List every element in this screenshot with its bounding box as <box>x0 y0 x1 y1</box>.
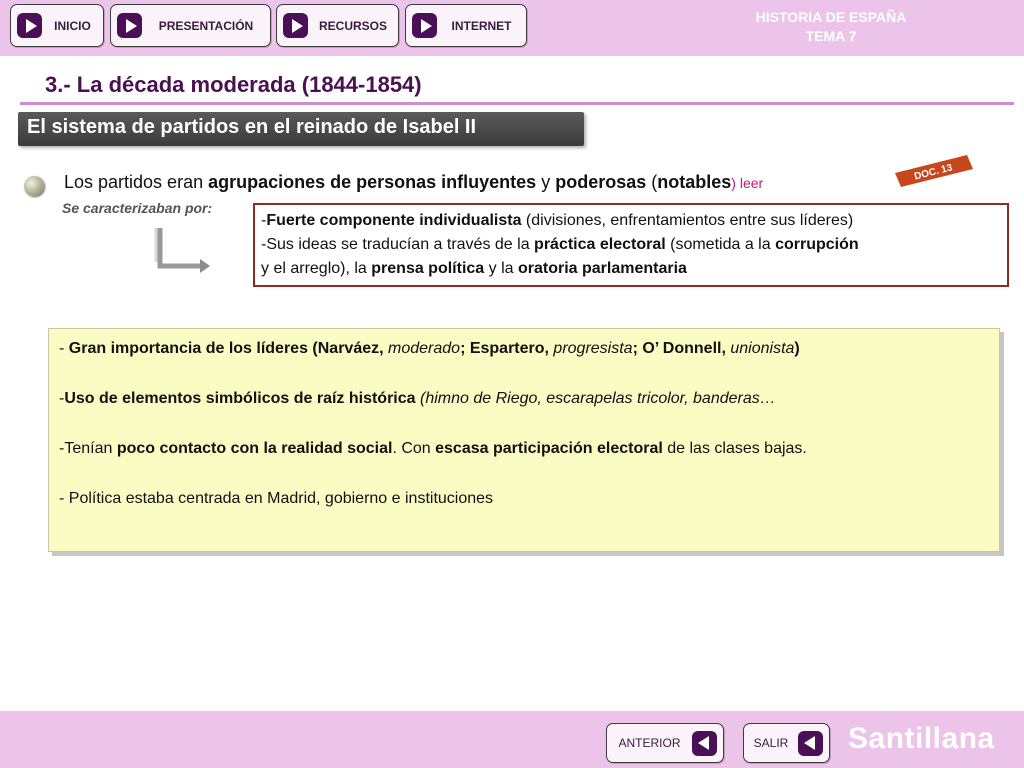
feature-bold: prensa política <box>371 260 485 277</box>
intro-bold-part: agrupaciones de personas influyentes <box>208 172 537 192</box>
feature-line: -Fuerte componente individualista (divis… <box>261 209 1001 233</box>
panel-bold: ) <box>794 340 800 357</box>
section-subtitle: El sistema de partidos en el reinado de … <box>27 116 477 138</box>
nav-inicio-button[interactable]: INICIO <box>10 4 104 47</box>
panel-italic: unionista <box>730 340 795 357</box>
panel-text: - <box>59 340 69 357</box>
nav-internet-label: INTERNET <box>451 18 512 33</box>
panel-italic: progresista <box>553 340 633 357</box>
feature-text: (sometida a la <box>665 236 776 253</box>
nav-presentacion-label: PRESENTACIÓN <box>158 18 254 33</box>
feature-bold: oratoria parlamentaria <box>517 260 687 277</box>
panel-item: - Política estaba centrada en Madrid, go… <box>59 490 494 507</box>
play-right-icon <box>283 13 308 38</box>
panel-bold: ; O’ Donnell, <box>632 340 731 357</box>
panel-bold: Uso de elementos simbólicos de raíz hist… <box>64 390 416 407</box>
panel-bold: ; Espartero, <box>460 340 554 357</box>
feature-text: (divisiones, enfrentamientos entre sus l… <box>521 212 854 229</box>
intro-text-part: y <box>536 172 556 192</box>
intro-bold-part: notables <box>657 172 732 192</box>
feature-bold: Fuerte componente individualista <box>266 212 522 229</box>
anterior-button[interactable]: ANTERIOR <box>606 723 724 763</box>
play-left-icon <box>692 730 717 756</box>
nav-recursos-label: RECURSOS <box>318 18 387 33</box>
characteristics-panel: - Gran importancia de los líderes (Narvá… <box>48 328 1000 552</box>
panel-item: -Tenían poco contacto con la realidad so… <box>59 437 989 461</box>
santillana-logo: Santillana <box>848 722 995 755</box>
panel-text: . Con <box>392 440 436 457</box>
play-right-icon <box>17 13 42 38</box>
panel-item: - Gran importancia de los líderes (Narvá… <box>59 337 989 361</box>
intro-text-part: Los partidos eran <box>64 172 209 192</box>
panel-italic: moderado <box>388 340 461 357</box>
feature-bold: práctica electoral <box>534 236 666 253</box>
intro-text-part: ( <box>646 172 658 192</box>
feature-text: y la <box>484 260 518 277</box>
feature-bold: corrupción <box>775 236 859 253</box>
nav-internet-button[interactable]: INTERNET <box>405 4 527 47</box>
salir-button[interactable]: SALIR <box>743 723 830 763</box>
salir-label: SALIR <box>753 736 789 750</box>
feature-line: -Sus ideas se traducían a través de la p… <box>261 233 1001 257</box>
course-title-line1: HISTORIA DE ESPAÑA <box>755 9 907 25</box>
course-title-line2: TEMA 7 <box>805 28 857 44</box>
features-box: -Fuerte componente individualista (divis… <box>253 203 1009 287</box>
feature-line: y el arreglo), la prensa política y la o… <box>261 257 1001 281</box>
panel-item: -Uso de elementos simbólicos de raíz his… <box>59 387 989 411</box>
bullet-circle-icon <box>24 176 44 196</box>
course-title: HISTORIA DE ESPAÑA TEMA 7 <box>722 8 940 46</box>
panel-bold: poco contacto con la realidad social <box>116 440 393 457</box>
leer-link[interactable]: leer <box>736 175 763 191</box>
corner-arrow-icon <box>154 228 210 273</box>
panel-bold: escasa participación electoral <box>435 440 663 457</box>
nav-presentacion-button[interactable]: PRESENTACIÓN <box>110 4 271 47</box>
intro-text: Los partidos eran agrupaciones de person… <box>64 172 763 193</box>
nav-inicio-label: INICIO <box>54 18 91 33</box>
doc-13-tag[interactable]: DOC. 13 <box>893 155 973 187</box>
play-left-icon <box>798 730 823 756</box>
anterior-label: ANTERIOR <box>618 736 681 750</box>
panel-bold: Gran importancia de los líderes (Narváez… <box>68 340 389 357</box>
feature-text: y el arreglo), la <box>261 260 372 277</box>
panel-text: de las clases bajas. <box>662 440 807 457</box>
title-divider <box>20 102 1014 105</box>
panel-italic: (himno de Riego, escarapelas tricolor, b… <box>415 390 776 407</box>
play-right-icon <box>412 13 437 38</box>
play-right-icon <box>117 13 142 38</box>
page-title: 3.- La década moderada (1844-1854) <box>45 72 422 97</box>
section-subtitle-bar: El sistema de partidos en el reinado de … <box>18 112 584 146</box>
nav-recursos-button[interactable]: RECURSOS <box>276 4 399 47</box>
feature-text: -Sus ideas se traducían a través de la <box>261 236 535 253</box>
panel-text: -Tenían <box>59 440 117 457</box>
characterized-label: Se caracterizaban por: <box>62 200 213 216</box>
intro-bold-part: poderosas <box>555 172 647 192</box>
